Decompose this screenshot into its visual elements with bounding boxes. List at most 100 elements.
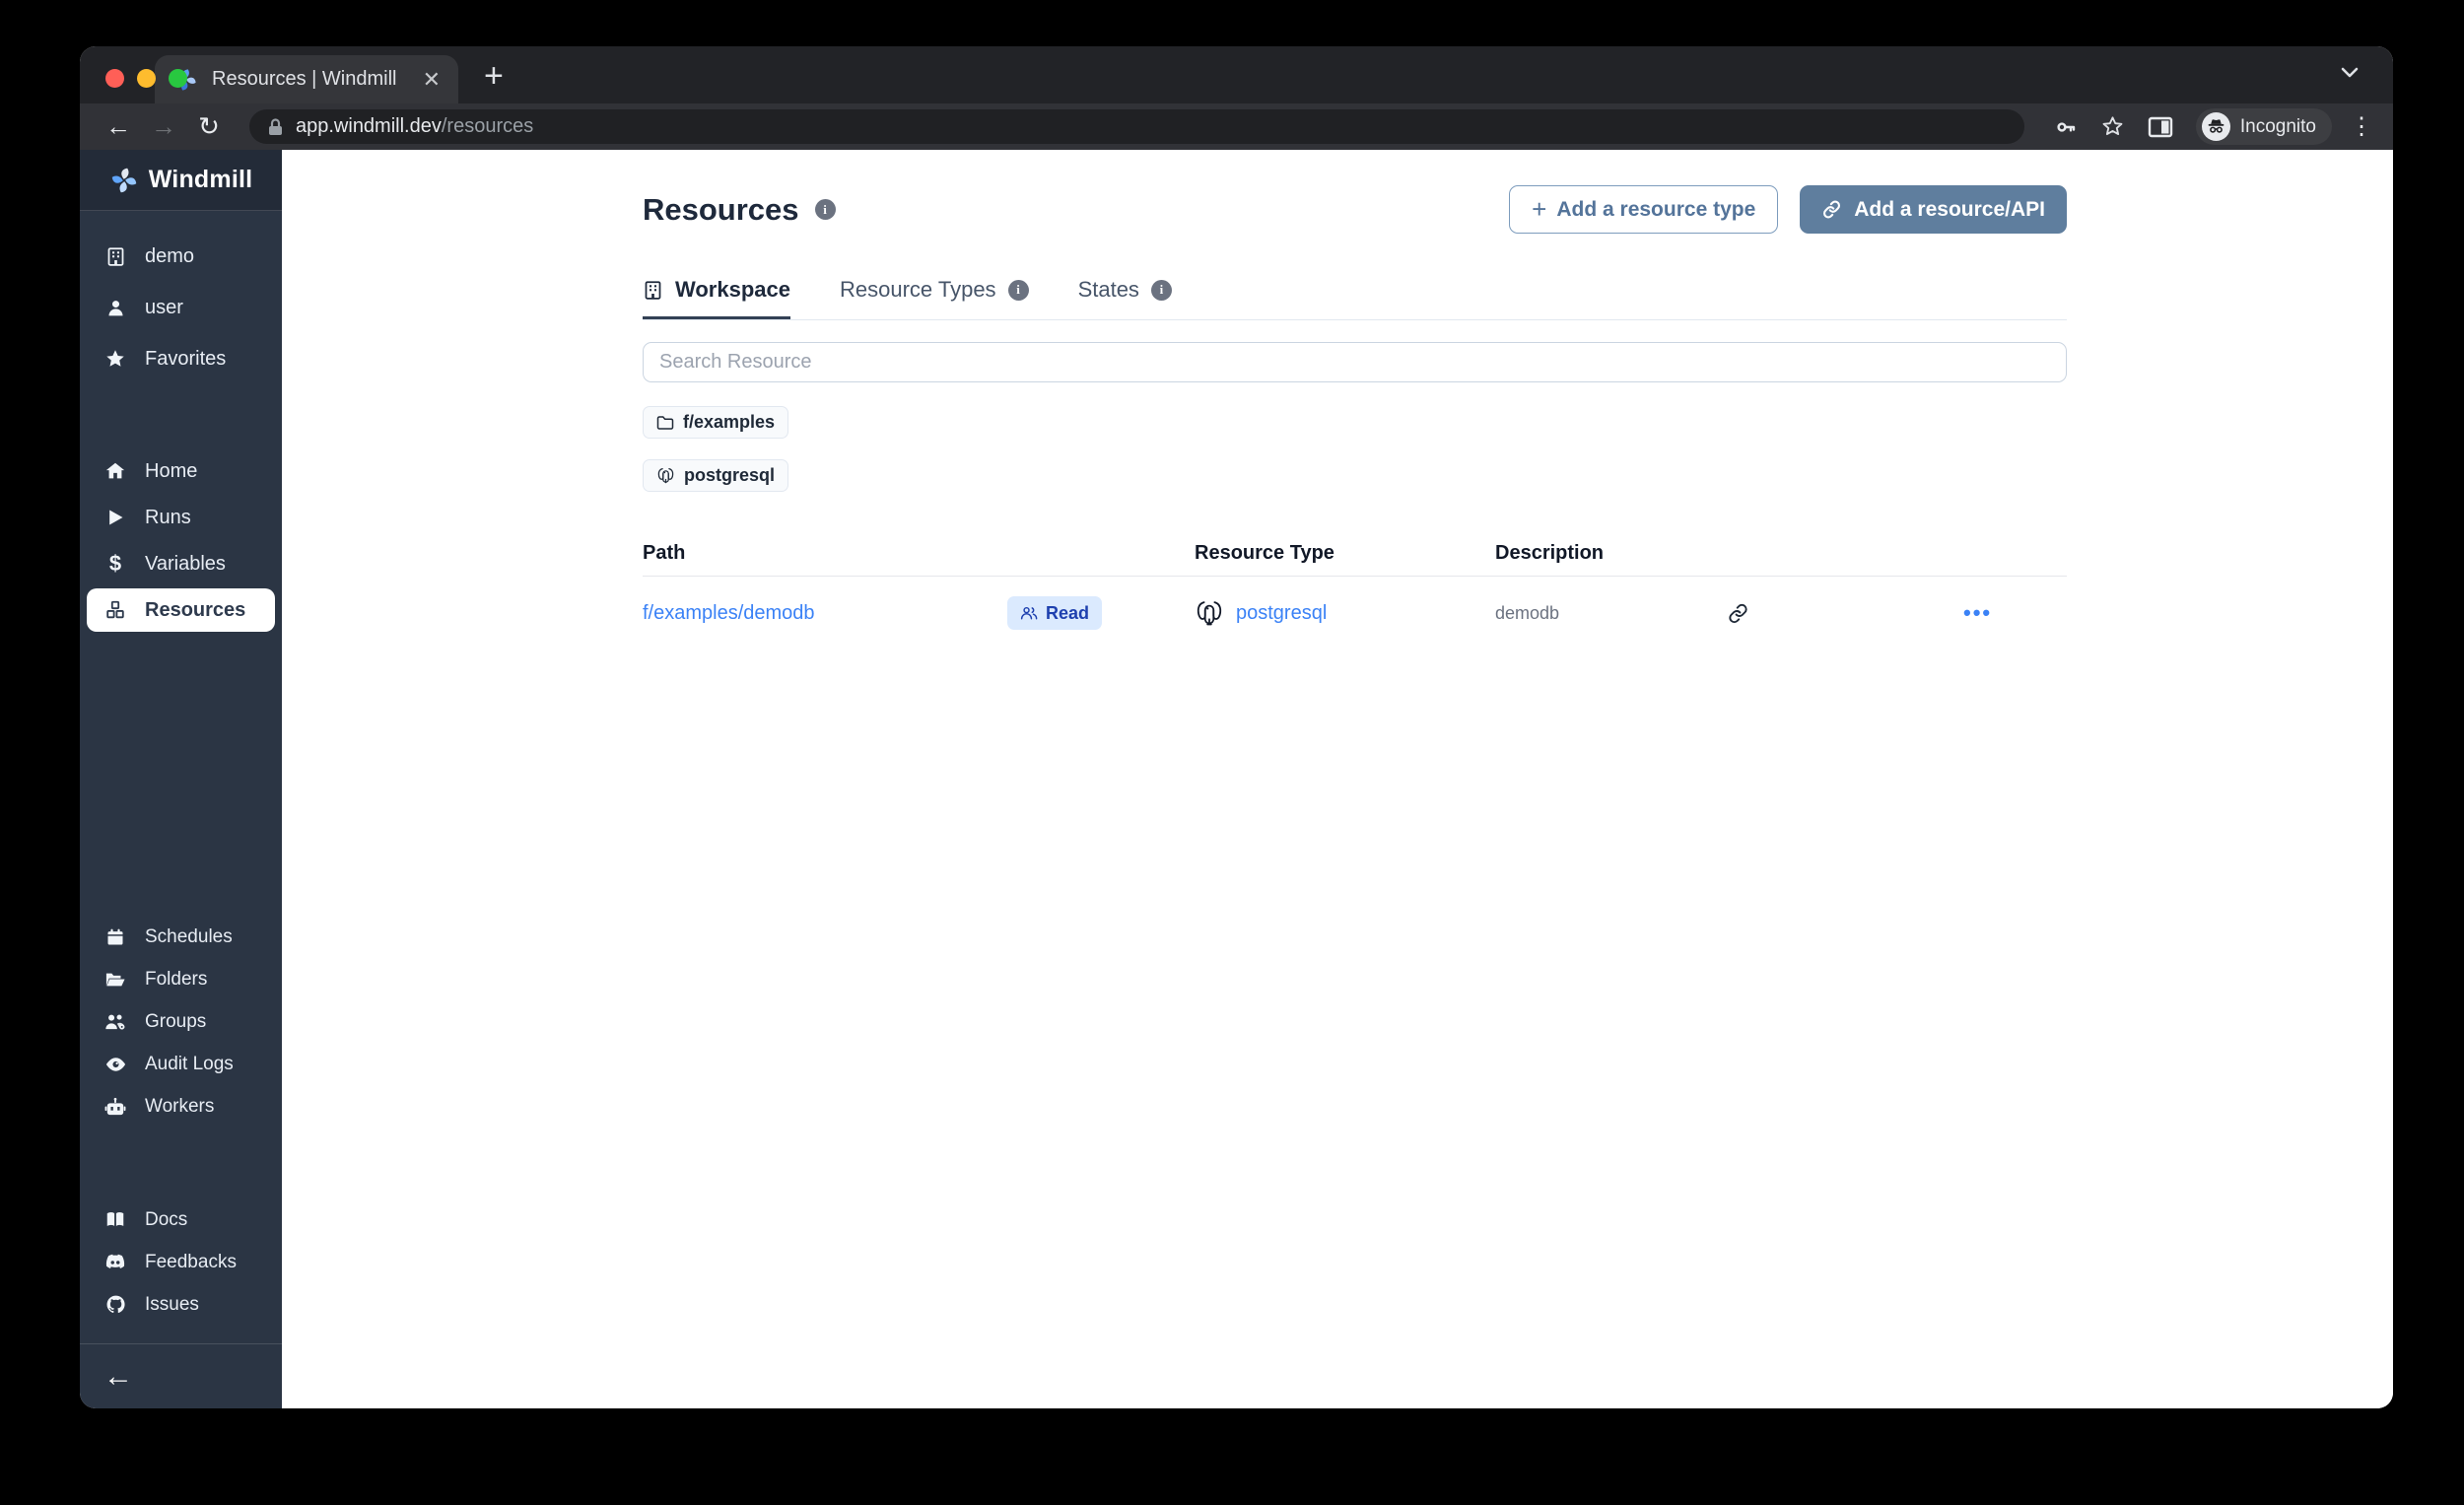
info-icon[interactable]: i: [1008, 280, 1029, 301]
link-icon: [1821, 199, 1842, 220]
zoom-window-button[interactable]: [169, 69, 187, 88]
sidebar-item-label: Workers: [145, 1096, 214, 1118]
column-header-resource-type: Resource Type: [1195, 542, 1495, 565]
filter-chip-resource-type[interactable]: postgresql: [643, 459, 788, 492]
incognito-badge: Incognito: [2196, 108, 2332, 145]
sidebar-item-label: Runs: [145, 507, 191, 529]
tab-strip: Resources | Windmill ✕ +: [80, 46, 2393, 103]
resource-description: demodb: [1495, 603, 1727, 624]
sidebar-item-workers[interactable]: Workers: [80, 1085, 282, 1128]
sidebar-item-feedbacks[interactable]: Feedbacks: [80, 1241, 282, 1283]
sidebar-item-label: Variables: [145, 553, 226, 576]
lock-icon: [267, 117, 284, 137]
info-icon[interactable]: i: [1151, 280, 1172, 301]
sidebar-item-resources[interactable]: Resources: [87, 588, 275, 632]
incognito-icon: [2202, 112, 2230, 141]
sidebar-item-label: Issues: [145, 1294, 199, 1316]
folder-icon: [656, 415, 674, 431]
collapse-sidebar-button[interactable]: ←: [103, 1360, 133, 1394]
sidebar-item-home[interactable]: Home: [80, 449, 282, 493]
password-key-icon[interactable]: [2046, 115, 2086, 139]
building-icon: [103, 246, 127, 267]
sidebar-item-demo[interactable]: demo: [80, 235, 282, 278]
minimize-window-button[interactable]: [137, 69, 156, 88]
info-icon[interactable]: i: [815, 199, 836, 220]
sidebar-item-label: Folders: [145, 969, 207, 991]
users-gear-icon: [103, 1012, 127, 1032]
search-input[interactable]: [643, 342, 2067, 382]
reload-icon[interactable]: ↻: [190, 111, 228, 142]
table-row: f/examples/demodb Read: [643, 577, 2067, 650]
page-title: Resources: [643, 192, 799, 228]
incognito-label: Incognito: [2240, 116, 2316, 138]
add-resource-type-button[interactable]: + Add a resource type: [1509, 185, 1778, 234]
sidebar-item-label: Feedbacks: [145, 1252, 237, 1273]
sidebar-item-label: Favorites: [145, 348, 226, 371]
side-panel-icon[interactable]: [2141, 115, 2180, 139]
filter-chip-folder[interactable]: f/examples: [643, 406, 788, 439]
sidebar-item-label: demo: [145, 245, 194, 268]
forward-icon[interactable]: →: [145, 111, 182, 142]
discord-icon: [103, 1254, 127, 1270]
plus-icon: +: [1532, 194, 1546, 225]
tab-workspace[interactable]: Workspace: [643, 277, 790, 319]
github-icon: [103, 1294, 127, 1315]
tab-resource-types[interactable]: Resource Types i: [840, 277, 1029, 319]
address-bar[interactable]: app.windmill.dev/resources: [249, 109, 2024, 144]
play-icon: [103, 508, 127, 527]
url-path: /resources: [442, 115, 533, 137]
sidebar-item-folders[interactable]: Folders: [80, 958, 282, 1000]
bookmark-star-icon[interactable]: [2093, 114, 2133, 139]
users-icon: [1020, 605, 1038, 621]
dollar-icon: $: [103, 551, 127, 577]
sidebar-item-user[interactable]: user: [80, 286, 282, 329]
sidebar-item-label: user: [145, 297, 183, 319]
browser-toolbar: ← → ↻ app.windmill.dev/resources Incogni…: [80, 103, 2393, 150]
tab-close-icon[interactable]: ✕: [423, 67, 441, 93]
sidebar-item-label: Schedules: [145, 926, 233, 948]
cubes-icon: [103, 599, 127, 621]
building-icon: [643, 280, 663, 301]
resource-path-link[interactable]: f/examples/demodb: [643, 602, 815, 624]
traffic-lights: [105, 69, 187, 88]
sidebar-item-variables[interactable]: $ Variables: [80, 542, 282, 585]
row-more-menu[interactable]: •••: [1963, 600, 2067, 626]
sidebar-item-runs[interactable]: Runs: [80, 496, 282, 539]
sidebar-item-groups[interactable]: Groups: [80, 1000, 282, 1043]
sidebar-item-docs[interactable]: Docs: [80, 1198, 282, 1241]
main-panel: Resources i + Add a resource type Add: [282, 150, 2393, 1408]
folder-open-icon: [103, 970, 127, 990]
column-header-path: Path: [643, 542, 1007, 565]
sidebar-item-label: Audit Logs: [145, 1054, 234, 1075]
browser-window: Resources | Windmill ✕ + ← → ↻ app.windm…: [80, 46, 2393, 1408]
star-icon: [103, 348, 127, 370]
back-icon[interactable]: ←: [100, 111, 137, 142]
add-resource-api-button[interactable]: Add a resource/API: [1800, 185, 2067, 234]
eye-icon: [103, 1056, 127, 1073]
windmill-logo[interactable]: Windmill: [80, 150, 282, 211]
sidebar-item-label: Resources: [145, 599, 245, 622]
close-window-button[interactable]: [105, 69, 124, 88]
copy-link-icon[interactable]: [1727, 602, 1963, 625]
tab-search-chevron-icon[interactable]: [2340, 66, 2360, 80]
sidebar-item-audit-logs[interactable]: Audit Logs: [80, 1043, 282, 1085]
new-tab-button[interactable]: +: [484, 57, 504, 96]
robot-icon: [103, 1097, 127, 1117]
sidebar-item-label: Docs: [145, 1209, 187, 1231]
book-icon: [103, 1210, 127, 1229]
sidebar-item-schedules[interactable]: Schedules: [80, 916, 282, 958]
tab-states[interactable]: States i: [1078, 277, 1172, 319]
sidebar-item-label: Groups: [145, 1011, 206, 1033]
resources-table: Path Resource Type Description f/example…: [643, 531, 2067, 650]
column-header-description: Description: [1495, 542, 1727, 565]
resource-type-link[interactable]: postgresql: [1236, 602, 1327, 625]
sidebar-item-favorites[interactable]: Favorites: [80, 337, 282, 380]
logo-text: Windmill: [149, 166, 253, 194]
browser-menu-icon[interactable]: ⋮: [2350, 122, 2373, 132]
calendar-icon: [103, 927, 127, 947]
sidebar: Windmill demo user: [80, 150, 282, 1408]
browser-tab[interactable]: Resources | Windmill ✕: [155, 55, 458, 103]
postgresql-elephant-icon: [1195, 598, 1224, 628]
windmill-pinwheel-icon: [109, 166, 139, 195]
sidebar-item-issues[interactable]: Issues: [80, 1283, 282, 1326]
